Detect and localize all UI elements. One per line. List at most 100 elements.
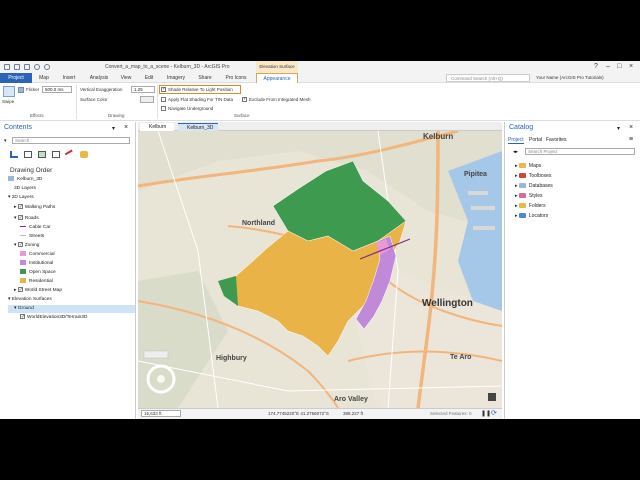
flat-shading-checkbox[interactable]: Apply Flat Shading For TIN Data	[161, 97, 233, 103]
scale-input[interactable]: 16,633 ft	[141, 410, 181, 417]
close-icon[interactable]: ×	[629, 63, 633, 70]
shade-relative-checkbox[interactable]: Shade Relative To Light Position	[161, 86, 233, 93]
coordinates-readout: 174.7745220°E 41.2756072°S	[268, 411, 329, 416]
tab-project[interactable]: Project	[0, 73, 32, 83]
pin-icon[interactable]: ▾	[112, 125, 115, 132]
map-label-wellington: Wellington	[422, 298, 473, 309]
wharf	[471, 206, 495, 210]
undo-icon[interactable]	[34, 64, 40, 70]
contents-pane: Contents ▾ × Search ▾ Drawing Order Kelb…	[0, 122, 136, 419]
pause-drawing-icon[interactable]: ❚❚	[481, 410, 491, 417]
catalog-pane: Catalog ▾ × Project Portal Favorites ≡ S…	[504, 122, 640, 419]
wharf	[468, 191, 488, 195]
tab-insert[interactable]: Insert	[60, 73, 78, 83]
tree-3d-layers[interactable]: 3D Layers	[14, 185, 36, 193]
help-icon[interactable]: ?	[594, 63, 598, 70]
new-project-icon[interactable]	[4, 64, 10, 70]
menu-icon[interactable]: ≡	[629, 136, 633, 143]
catalog-item-folders[interactable]: ▸ Folders	[515, 202, 546, 211]
tab-kelburn-3d[interactable]: Kelburn_3D	[178, 123, 218, 131]
catalog-search-input[interactable]: Search Project	[525, 148, 635, 155]
catalog-item-databases[interactable]: ▸ Databases	[515, 182, 553, 191]
map-label-northland: Northland	[242, 220, 275, 227]
selection-icon[interactable]	[38, 151, 46, 158]
map-label-pipitea: Pipitea	[464, 171, 487, 178]
tab-pro-icons[interactable]: Pro Icons	[222, 73, 250, 83]
tree-residential: Residential	[20, 278, 53, 286]
pin-icon[interactable]: ▾	[617, 125, 620, 132]
exclude-mesh-checkbox[interactable]: Exclude From Integrated Mesh	[242, 96, 311, 103]
map-status-bar: 16,633 ft 174.7745220°E 41.2756072°S 388…	[138, 408, 502, 419]
maximize-icon[interactable]: □	[617, 63, 621, 70]
tree-world-street-map[interactable]: ▸ World Street Map	[14, 286, 62, 295]
vertical-exaggeration-input[interactable]: 1.25	[131, 86, 155, 93]
navigate-underground-checkbox[interactable]: Navigate Underground	[161, 106, 213, 112]
redo-icon[interactable]	[44, 64, 50, 70]
catalog-tab-portal[interactable]: Portal	[529, 137, 542, 143]
catalog-item-maps[interactable]: ▸ Maps	[515, 162, 541, 171]
tree-world-elevation[interactable]: WorldElevation3D/Terrain3D	[20, 313, 87, 322]
refresh-icon[interactable]: ⟳	[491, 409, 497, 417]
swipe-icon[interactable]	[3, 86, 15, 97]
command-search-input[interactable]: Command Search (Alt+Q)	[446, 74, 530, 82]
map-label-aro-valley: Aro Valley	[334, 396, 368, 403]
tab-imagery[interactable]: Imagery	[164, 73, 188, 83]
contents-search-input[interactable]: Search	[12, 137, 130, 144]
tree-ground[interactable]: ▾ Ground	[8, 305, 135, 313]
tree-open-space: Open Space	[20, 269, 56, 277]
tree-commercial: Commercial	[20, 251, 55, 259]
arcgis-pro-window: Convert_a_map_to_a_scene - Kelburn_3D - …	[0, 61, 640, 419]
minimize-icon[interactable]: –	[606, 63, 610, 70]
tab-share[interactable]: Share	[196, 73, 214, 83]
map-canvas[interactable]: Kelburn Pipitea Northland Wellington Hig…	[138, 131, 502, 408]
catalog-tab-project[interactable]: Project	[508, 137, 524, 144]
catalog-tab-favorites[interactable]: Favorites	[546, 137, 567, 143]
tree-streets: Streets	[20, 233, 44, 241]
data-source-icon[interactable]	[24, 151, 32, 158]
map-label-highbury: Highbury	[216, 355, 247, 362]
drawing-order-heading: Drawing Order	[10, 167, 53, 174]
contents-toolbar	[10, 149, 90, 160]
title-bar: Convert_a_map_to_a_scene - Kelburn_3D - …	[0, 61, 640, 73]
close-pane-icon[interactable]: ×	[629, 124, 633, 131]
drawing-order-icon[interactable]	[10, 151, 18, 158]
open-project-icon[interactable]	[14, 64, 20, 70]
selected-features-count: Selected Features: 0	[430, 411, 472, 416]
user-account[interactable]: Your Name (ArcGIS Pro Tutorials)	[536, 74, 604, 82]
flicker-rate-input[interactable]: 500.0 ms	[42, 86, 72, 93]
catalog-title: Catalog	[509, 124, 534, 131]
map-nav-controls	[143, 350, 169, 359]
map-label-te-aro: Te Aro	[450, 354, 471, 361]
labeling-icon[interactable]	[80, 151, 88, 158]
map-view[interactable]: Kelburn Kelburn_3D Kelburn Pipitea North…	[138, 122, 502, 419]
tab-view[interactable]: View	[118, 73, 134, 83]
back-icon[interactable]: ◂▸	[513, 149, 518, 155]
editing-icon[interactable]	[52, 151, 60, 158]
surface-color-picker[interactable]	[140, 96, 154, 103]
tree-roads[interactable]: ▾ Roads	[14, 214, 39, 223]
tab-map[interactable]: Map	[36, 73, 52, 83]
close-pane-icon[interactable]: ×	[124, 124, 128, 131]
save-icon[interactable]	[24, 64, 30, 70]
navigator-center	[157, 375, 165, 383]
tab-kelburn-map[interactable]: Kelburn	[140, 123, 174, 131]
tree-zoning[interactable]: ▾ Zoning	[14, 241, 39, 250]
swipe-button[interactable]: Swipe	[2, 99, 14, 104]
tree-elevation-surfaces[interactable]: ▾ Elevation Surfaces	[8, 296, 52, 304]
flicker-label: Flicker	[26, 87, 40, 92]
snapping-icon[interactable]	[64, 149, 76, 160]
attribution-icon	[488, 393, 496, 401]
tree-scene-kelburn3d[interactable]: Kelburn_3D	[8, 176, 42, 184]
catalog-item-styles[interactable]: ▸ Styles	[515, 192, 543, 201]
tree-walking-paths[interactable]: ▸ Walking Paths	[14, 203, 55, 212]
divider	[76, 85, 77, 119]
ribbon-tabs: Project Map Insert Analysis View Edit Im…	[0, 73, 640, 83]
catalog-item-toolboxes[interactable]: ▸ Toolboxes	[515, 172, 551, 181]
filter-icon[interactable]: ▾	[4, 138, 7, 144]
tree-2d-layers[interactable]: ▾ 2D Layers	[8, 194, 34, 202]
tab-edit[interactable]: Edit	[142, 73, 156, 83]
tab-appearance[interactable]: Appearance	[256, 73, 298, 83]
catalog-item-locators[interactable]: ▸ Locators	[515, 212, 548, 221]
tab-analysis[interactable]: Analysis	[86, 73, 112, 83]
drawing-group-label: Drawing	[108, 113, 125, 118]
